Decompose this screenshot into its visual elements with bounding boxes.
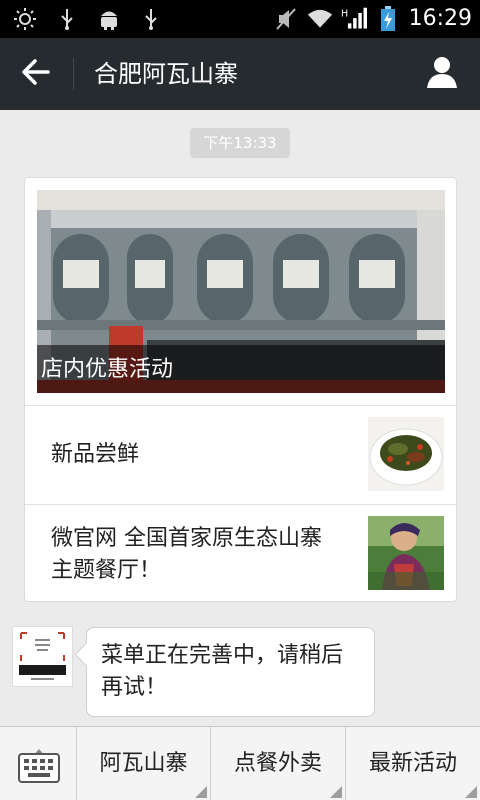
news-item-title: 新品尝鲜 [51,442,140,467]
menu-item-label: 阿瓦山寨 [99,751,188,776]
profile-button[interactable] [422,54,462,94]
keyboard-icon [18,753,60,787]
news-item[interactable]: 微官网 全国首家原生态山寨主题餐厅！ [25,505,456,603]
title-divider [73,58,74,90]
menu-item-order-takeout[interactable]: 点餐外卖 [211,727,346,800]
message-timestamp: 下午13:33 [190,128,290,158]
back-button[interactable] [0,38,72,110]
submenu-indicator-icon [465,786,477,798]
submenu-indicator-icon [195,786,207,798]
hero-article[interactable]: 店内优惠活动 [37,190,445,393]
news-item-thumbnail [368,516,444,590]
wifi-icon [307,6,333,32]
svg-text:H: H [341,8,348,19]
back-arrow-icon [21,57,51,91]
usb-icon [138,6,164,32]
menu-item-latest-events[interactable]: 最新活动 [346,727,480,800]
title-bar: 合肥阿瓦山寨 [0,38,480,110]
person-icon [425,55,459,93]
signal-icon: H [341,6,367,32]
menu-item-label: 点餐外卖 [233,751,322,776]
hero-title: 店内优惠活动 [41,357,174,382]
battery-icon [375,6,401,32]
menu-item-awa-shanzhai[interactable]: 阿瓦山寨 [77,727,211,800]
android-icon [96,6,122,32]
brightness-icon [12,6,38,32]
news-card: 店内优惠活动 新品尝鲜 微官网 全国首家原生态山寨主题餐厅！ [24,177,457,602]
news-item-thumbnail [368,417,444,491]
news-item[interactable]: 新品尝鲜 [25,406,456,504]
status-bar: H 16:29 [0,0,480,38]
mute-icon [273,6,299,32]
page-title: 合肥阿瓦山寨 [94,60,238,88]
status-time: 16:29 [408,6,472,31]
avatar[interactable] [12,626,73,687]
keyboard-toggle-button[interactable] [0,727,77,800]
bottom-menu-bar: 阿瓦山寨 点餐外卖 最新活动 [0,726,480,800]
message-bubble[interactable]: 菜单正在完善中，请稍后再试！ [86,627,375,717]
usb-icon [54,6,80,32]
submenu-indicator-icon [330,786,342,798]
news-item-title: 微官网 全国首家原生态山寨主题餐厅！ [51,526,322,583]
menu-item-label: 最新活动 [368,751,457,776]
